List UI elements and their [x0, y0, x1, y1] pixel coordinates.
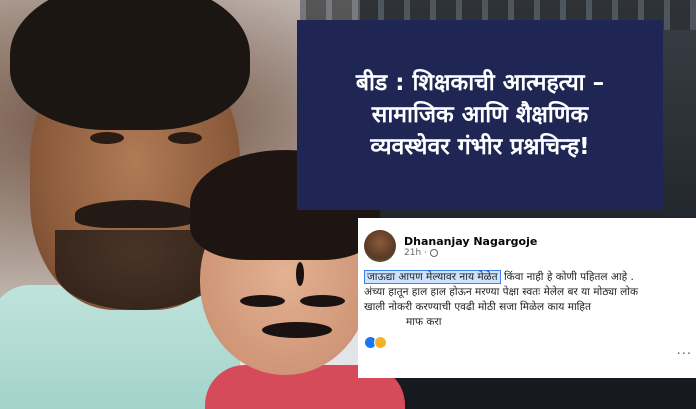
highlighted-text: जाऊद्या आपण मेल्यावर नाय मेळेत: [364, 270, 501, 284]
child-face-paint: [300, 295, 345, 307]
child-face-paint: [240, 295, 285, 307]
post-time[interactable]: 21h: [404, 248, 421, 258]
child-face-paint: [262, 322, 332, 338]
headline-card: बीड : शिक्षकाची आत्महत्या – सामाजिक आणि …: [297, 20, 663, 210]
post-header: Dhananjay Nagargoje 21h ·: [364, 228, 696, 264]
post-line-2: अंच्या हातून हाल हाल होऊन मरण्या पेक्षा …: [364, 286, 639, 298]
more-options-icon[interactable]: ...: [677, 343, 692, 358]
post-line-1-rest: किंवा नाही हे कोणी पहितल आहे .: [500, 271, 634, 283]
sad-icon: [374, 336, 387, 349]
post-line-1: जाऊद्या आपण मेल्यावर नाय मेळेत किंवा नाह…: [364, 270, 696, 285]
man-mustache: [75, 200, 195, 228]
meta-separator: ·: [424, 247, 428, 258]
globe-icon: [430, 248, 439, 257]
man-hair: [10, 0, 250, 130]
post-author-block: Dhananjay Nagargoje 21h ·: [404, 235, 537, 258]
man-eye-left: [90, 132, 124, 144]
post-line-4: माफ करा: [406, 316, 442, 328]
headline-title: बीड : शिक्षकाची आत्महत्या – सामाजिक आणि …: [356, 67, 604, 164]
post-line-3: खाली नोकरी करण्याची एवढी मोठी सजा मिळेल …: [364, 301, 591, 313]
facebook-post-screenshot: Dhananjay Nagargoje 21h · जाऊद्या आपण मे…: [358, 218, 696, 378]
headline-line-2: सामाजिक आणि शैक्षणिक: [371, 101, 589, 128]
headline-line-3: व्यवस्थेवर गंभीर प्रश्नचिन्ह!: [370, 134, 590, 161]
headline-line-1: बीड : शिक्षकाची आत्महत्या –: [355, 69, 605, 96]
news-thumbnail: बीड : शिक्षकाची आत्महत्या – सामाजिक आणि …: [0, 0, 696, 409]
man-eye-right: [168, 132, 202, 144]
child-face-paint: [296, 262, 304, 286]
post-body: जाऊद्या आपण मेल्यावर नाय मेळेत किंवा नाह…: [364, 270, 696, 330]
post-meta: 21h ·: [404, 248, 537, 258]
reactions[interactable]: [364, 336, 696, 349]
post-author[interactable]: Dhananjay Nagargoje: [404, 235, 537, 248]
avatar[interactable]: [364, 230, 396, 262]
